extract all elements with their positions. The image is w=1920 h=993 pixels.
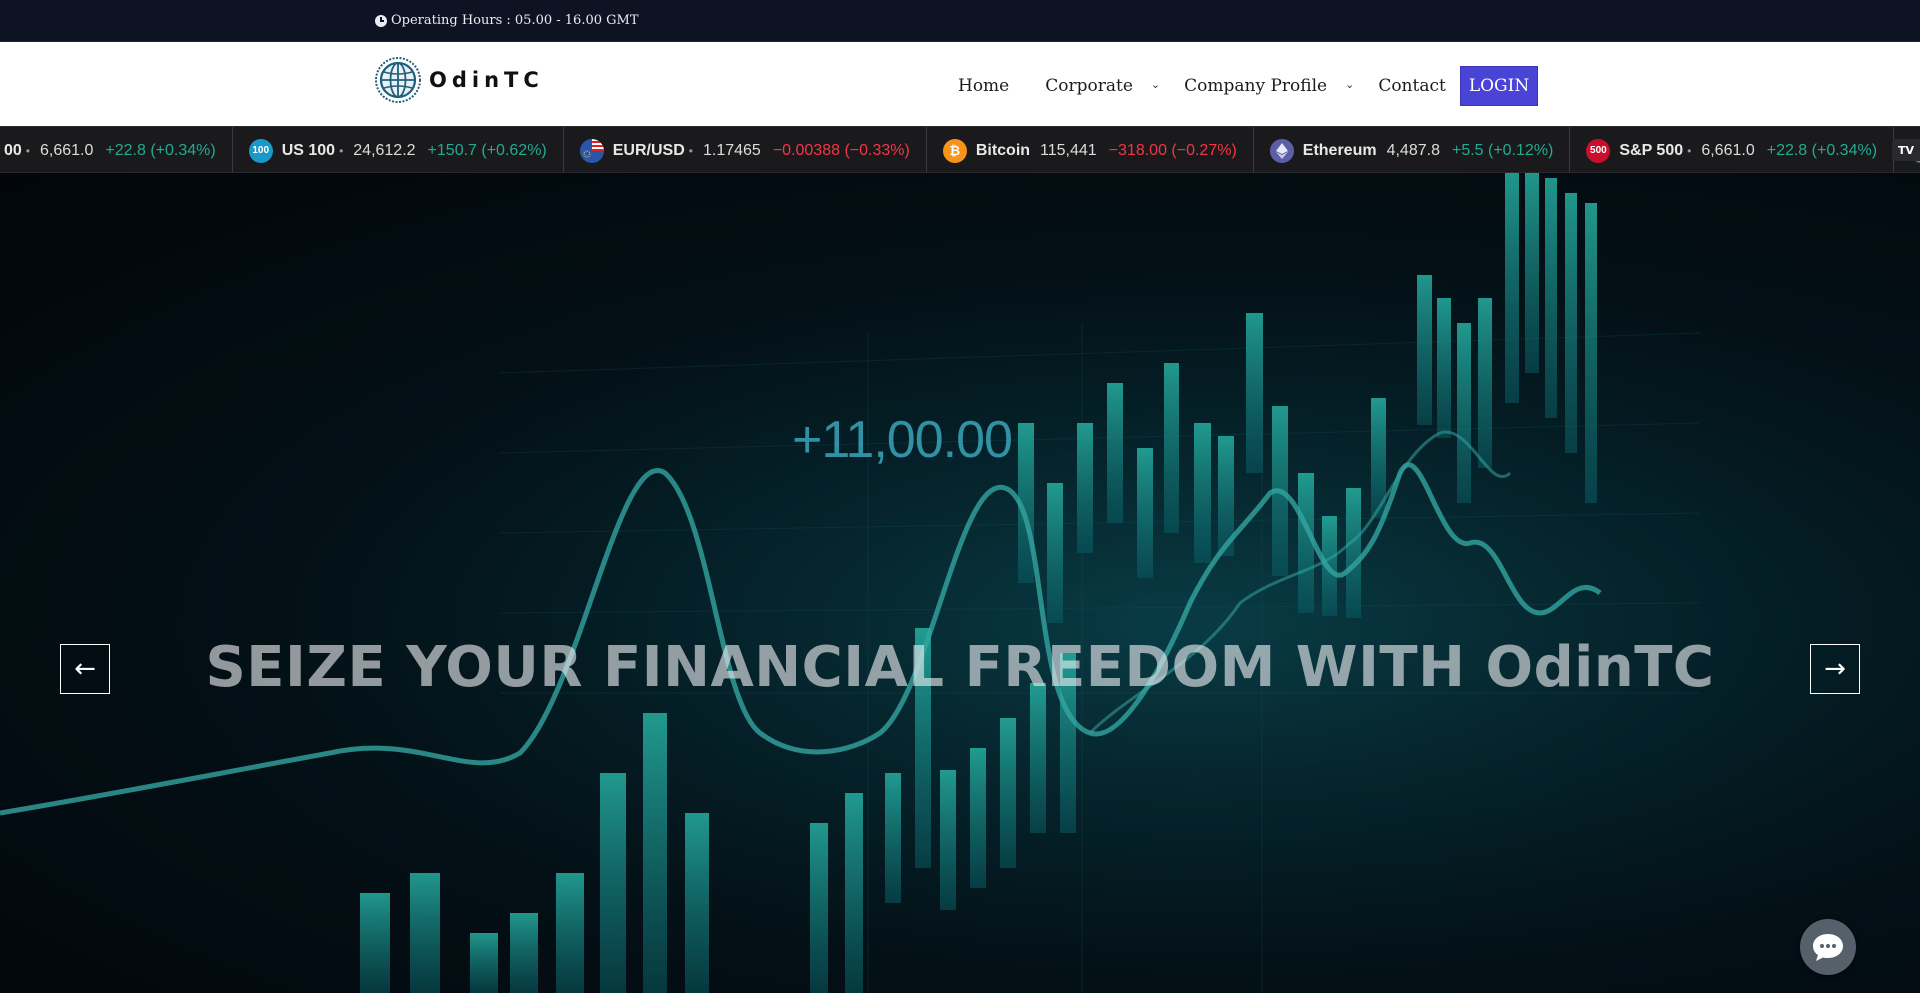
ticker-item-us100[interactable]: 100 US 100 • 24,612.2 +150.7 (+0.62%) [233,127,564,172]
ticker-dot: • [339,143,344,158]
eur-usd-flag-icon [579,138,604,163]
nav-company-profile[interactable]: Company Profile ⌄ [1172,66,1366,106]
bitcoin-icon: ₿ [942,138,967,163]
ticker-price: 24,612.2 [353,141,416,159]
ticker-name: US 100 [281,141,336,159]
ticker-row: 00 • 6,661.0 +22.8 (+0.34%) 100 US 100 •… [0,127,1920,172]
ticker-name: S&P 500 [1619,141,1684,159]
nav-home[interactable]: Home [946,66,1021,106]
ticker-price: 1.17465 [702,141,761,159]
operating-hours: Operating Hours : 05.00 - 16.00 GMT [375,13,639,28]
ticker-item-eurusd[interactable]: EUR/USD • 1.17465 −0.00388 (−0.33%) [564,127,927,172]
hero-slider: +11,00.00 SEIZE YOUR FINANCIAL FREEDOM W… [0,173,1920,993]
ticker-dot: • [688,143,693,158]
ticker-price: 115,441 [1040,141,1097,159]
ticker-change: +22.8 (+0.34%) [1766,141,1878,159]
main-nav: Home Corporate ⌄ Company Profile ⌄ Conta… [946,66,1539,106]
nav-corporate[interactable]: Corporate ⌄ [1033,66,1172,106]
chat-bubble-icon [1813,934,1843,961]
tradingview-logo-icon[interactable]: TV [1892,139,1920,161]
logo-text: OdinTC [429,68,544,92]
site-header: OdinTC Home Corporate ⌄ Company Profile … [0,42,1920,126]
ticker-change: +150.7 (+0.62%) [427,141,547,159]
hero-chart-number: +11,00.00 [792,411,1013,469]
top-info-bar: Operating Hours : 05.00 - 16.00 GMT [0,0,1920,42]
ticker-change: −318.00 (−0.27%) [1108,141,1237,159]
ticker-item-bitcoin[interactable]: ₿ Bitcoin 115,441 −318.00 (−0.27%) [927,127,1254,172]
market-ticker-tape[interactable]: 00 • 6,661.0 +22.8 (+0.34%) 100 US 100 •… [0,126,1920,173]
hero-chart-background [0,173,1920,993]
globe-logo-icon [375,57,421,103]
sp500-icon: 500 [1586,138,1611,163]
chat-widget-button[interactable] [1800,919,1856,975]
logo[interactable]: OdinTC [375,57,544,103]
ticker-item-ethereum[interactable]: Ethereum 4,487.8 +5.5 (+0.12%) [1254,127,1571,172]
ticker-item-sp500-partial[interactable]: 00 • 6,661.0 +22.8 (+0.34%) [0,127,233,172]
operating-hours-text: Operating Hours : 05.00 - 16.00 GMT [391,13,639,28]
ticker-price: 4,487.8 [1386,141,1440,159]
ticker-change: +5.5 (+0.12%) [1451,141,1554,159]
chevron-down-icon: ⌄ [1345,77,1355,91]
arrow-right-icon: → [1824,654,1846,684]
login-button[interactable]: LOGIN [1459,66,1539,106]
nav-home-label: Home [958,76,1010,96]
ticker-dot: • [1687,143,1692,158]
ticker-item-sp500[interactable]: 500 S&P 500 • 6,661.0 +22.8 (+0.34%) [1570,127,1895,172]
us100-icon: 100 [248,138,273,163]
hero-title: SEIZE YOUR FINANCIAL FREEDOM WITH OdinTC [205,635,1715,700]
chevron-down-icon: ⌄ [1150,77,1161,91]
ticker-price: 6,661.0 [1701,141,1755,159]
nav-corporate-label: Corporate [1045,76,1133,96]
ticker-change: −0.00388 (−0.33%) [772,141,910,159]
ticker-name: EUR/USD [612,141,685,159]
ticker-price: 6,661.0 [40,141,94,159]
nav-contact-label: Contact [1378,76,1446,96]
slider-prev-button[interactable]: ← [60,644,110,694]
ticker-name: Bitcoin [975,141,1031,159]
nav-company-profile-label: Company Profile [1184,76,1328,96]
ticker-symbol: 00 [4,141,22,159]
nav-contact[interactable]: Contact [1366,66,1458,106]
clock-icon [375,14,387,27]
slider-next-button[interactable]: → [1810,644,1860,694]
ticker-name: Ethereum [1302,141,1377,159]
ticker-change: +22.8 (+0.34%) [105,141,216,159]
arrow-left-icon: ← [74,654,96,684]
ethereum-icon [1269,138,1294,163]
ticker-dot: • [25,143,30,158]
